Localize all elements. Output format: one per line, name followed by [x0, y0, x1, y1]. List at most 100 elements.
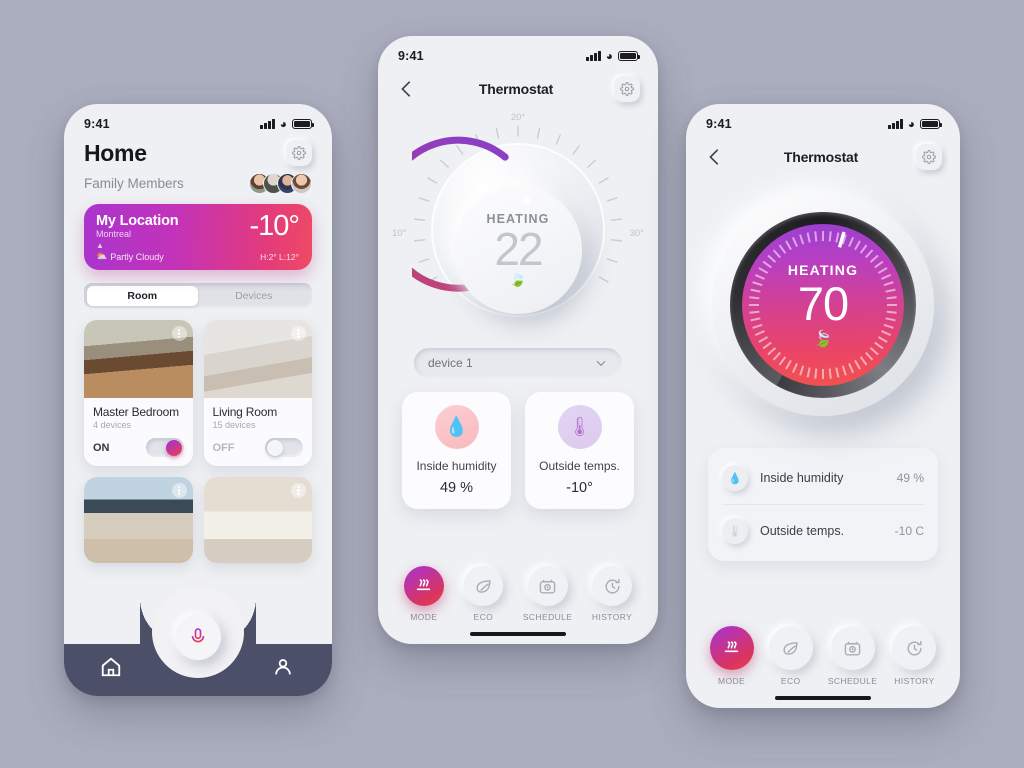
- tab-devices[interactable]: Devices: [198, 286, 310, 306]
- cellular-signal-icon: [586, 51, 601, 61]
- room-state-label: ON: [93, 441, 110, 454]
- sensor-value: 49 %: [439, 480, 474, 496]
- room-name: Living Room: [212, 405, 278, 419]
- info-row-inside-humidity[interactable]: 💧 Inside humidity 49 %: [722, 452, 924, 504]
- nav-bar: Thermostat: [378, 66, 658, 102]
- status-bar-time: 9:41: [398, 49, 424, 63]
- nest-outer-ring: HEATING 70 🍃: [712, 194, 934, 416]
- tab-history[interactable]: HISTORY: [591, 566, 633, 622]
- nav-profile-button[interactable]: [272, 656, 296, 680]
- wifi-icon: ◕: [605, 49, 613, 63]
- dial-temperature: 22: [494, 222, 543, 275]
- nest-thermostat-dial[interactable]: HEATING 70 🍃: [686, 176, 960, 434]
- status-bar: 9:41 ◕: [378, 36, 658, 66]
- humidity-icon: 💧: [722, 465, 748, 491]
- info-value: 49 %: [896, 471, 924, 485]
- tab-mode-circle: [709, 626, 754, 670]
- settings-button[interactable]: [614, 76, 640, 102]
- room-devices-segmented-control[interactable]: Room Devices: [84, 283, 312, 308]
- tab-label: ECO: [780, 676, 801, 686]
- battery-icon: [618, 51, 641, 61]
- tab-room[interactable]: Room: [86, 285, 198, 306]
- room-card-body: Living Room 15 devices OFF: [204, 398, 313, 466]
- settings-button[interactable]: [286, 140, 312, 166]
- more-options-icon[interactable]: [291, 483, 306, 498]
- sensor-name: Inside humidity: [416, 459, 497, 473]
- family-avatars[interactable]: [249, 173, 312, 194]
- history-icon: [605, 578, 620, 594]
- tabs: MODE ECO SCHEDULE HISTORY: [702, 626, 944, 686]
- tab-eco-circle: [463, 566, 504, 606]
- nest-status: HEATING: [787, 261, 859, 278]
- family-members-label: Family Members: [84, 176, 184, 191]
- dial-label-right: 30°: [629, 228, 644, 239]
- tab-mode[interactable]: MODE: [709, 626, 754, 686]
- phone-thermostat-dial-screen: 9:41 ◕ Thermostat 20° 10° 30° HEATING 22…: [378, 36, 658, 644]
- tab-history[interactable]: HISTORY: [892, 626, 937, 686]
- tab-mode[interactable]: MODE: [403, 566, 444, 622]
- back-button[interactable]: [704, 146, 726, 168]
- tab-bar: MODE ECO SCHEDULE HISTORY: [378, 566, 658, 644]
- battery-icon: [292, 119, 315, 129]
- wifi-icon: ◕: [907, 117, 915, 131]
- room-thumbnail: [203, 477, 312, 563]
- settings-button[interactable]: [916, 144, 942, 170]
- thermostat-dial[interactable]: 20° 10° 30° HEATING 22 🍃: [378, 110, 658, 342]
- weather-card[interactable]: My Location Montreal ▲ ⛅ Partly Cloudy -…: [84, 204, 312, 270]
- more-options-icon[interactable]: [171, 326, 187, 341]
- status-bar-time: 9:41: [706, 117, 732, 131]
- back-button[interactable]: [396, 78, 418, 100]
- device-selector[interactable]: device 1: [414, 348, 622, 378]
- nest-bezel: HEATING 70 🍃: [730, 212, 916, 398]
- room-card-living-room[interactable]: Living Room 15 devices OFF: [203, 320, 313, 466]
- sensor-card-inside-humidity[interactable]: 💧 Inside humidity 49 %: [402, 392, 511, 509]
- room-device-count: 15 devices: [212, 420, 256, 430]
- nest-setpoint-indicator: [837, 231, 846, 248]
- more-options-icon[interactable]: [171, 483, 187, 498]
- weather-high-low: H:2° L:12°: [260, 252, 299, 262]
- room-toggle-row: ON: [93, 438, 184, 457]
- tab-label: HISTORY: [591, 612, 633, 622]
- leaf-outline-icon: [476, 579, 491, 593]
- sensor-name: Outside temps.: [539, 459, 620, 473]
- page-title: Home: [84, 140, 147, 166]
- home-header: Home: [64, 134, 332, 167]
- room-thumbnail: [84, 320, 193, 398]
- more-options-icon[interactable]: [291, 326, 306, 341]
- phone-home-screen: 9:41 ◕ Home Family Members My Location M…: [64, 104, 332, 696]
- tab-bar: MODE ECO SCHEDULE HISTORY: [686, 626, 960, 708]
- chevron-left-icon: [401, 81, 411, 97]
- tab-label: MODE: [718, 676, 746, 686]
- tab-eco[interactable]: ECO: [768, 626, 813, 686]
- tab-eco[interactable]: ECO: [463, 566, 504, 622]
- home-indicator: [470, 632, 566, 636]
- info-row-outside-temps[interactable]: 🌡 Outside temps. -10 C: [722, 504, 924, 557]
- dial-label-left: 10°: [392, 228, 407, 239]
- tab-history-circle: [592, 566, 633, 606]
- nest-temperature: 70: [797, 276, 849, 330]
- status-bar: 9:41 ◕: [64, 104, 332, 134]
- tab-label: SCHEDULE: [522, 612, 573, 622]
- nav-home-button[interactable]: [100, 656, 124, 680]
- tab-schedule[interactable]: SCHEDULE: [828, 626, 878, 686]
- nav-bar: Thermostat: [686, 134, 960, 170]
- room-card-patio[interactable]: [84, 477, 193, 563]
- room-card-laundry[interactable]: [203, 477, 312, 563]
- partly-cloudy-icon: ⛅: [96, 251, 108, 261]
- chevron-down-icon: [596, 360, 606, 367]
- dial-center[interactable]: HEATING 22 🍃: [454, 186, 582, 314]
- room-toggle-switch[interactable]: [145, 438, 184, 457]
- thermometer-icon: 🌡: [557, 405, 602, 449]
- cellular-signal-icon: [888, 119, 903, 129]
- voice-assistant-button[interactable]: [175, 614, 221, 660]
- weather-condition: Partly Cloudy: [110, 251, 164, 262]
- tab-schedule[interactable]: SCHEDULE: [523, 566, 573, 622]
- room-grid: Master Bedroom 4 devices ON Living Room …: [64, 308, 332, 563]
- sensor-value: -10°: [566, 480, 593, 496]
- room-toggle-switch[interactable]: [265, 438, 303, 457]
- room-card-master-bedroom[interactable]: Master Bedroom 4 devices ON: [84, 320, 193, 466]
- avatar[interactable]: [291, 173, 312, 194]
- tab-eco-circle: [768, 626, 813, 670]
- leaf-outline-icon: [783, 641, 798, 655]
- sensor-card-outside-temps[interactable]: 🌡 Outside temps. -10°: [525, 392, 634, 509]
